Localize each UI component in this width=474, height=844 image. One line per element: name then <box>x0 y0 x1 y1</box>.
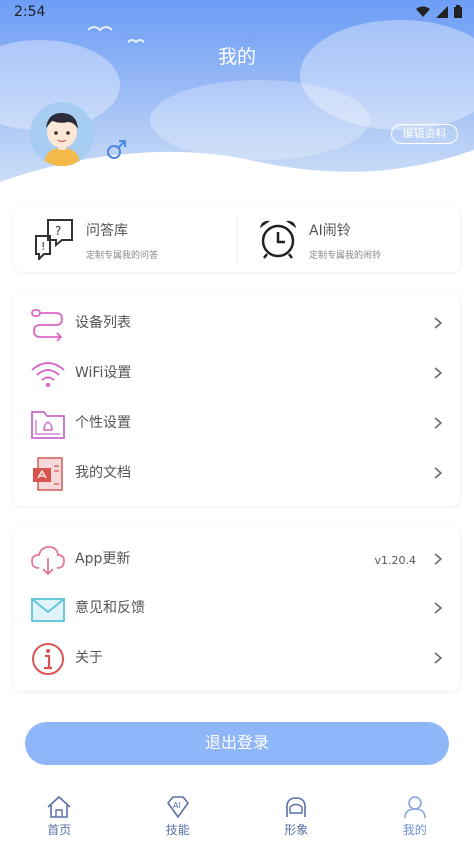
logout-button[interactable]: 退出登录 <box>25 722 449 765</box>
menu-item-label: WiFi设置 <box>75 365 132 381</box>
skill-icon: AI <box>166 796 189 819</box>
page-title: 我的 <box>217 46 256 68</box>
svg-text:?: ? <box>55 224 61 238</box>
feature-alarm-subtitle: 定制专属我的闹铃 <box>309 251 382 261</box>
tab-mine[interactable]: 我的 <box>356 792 474 844</box>
svg-text:!: ! <box>41 240 45 253</box>
menu-item-personal-settings[interactable]: 个性设置 <box>14 400 460 448</box>
bottom-tab-bar: 首页 AI 技能 形象 我的 <box>0 792 474 844</box>
info-icon <box>32 643 64 675</box>
settings-card: 设备列表 WiFi设置 个性设置 我的文档 <box>14 292 460 506</box>
menu-item-label: App更新 <box>75 551 131 567</box>
edit-profile-button[interactable]: 编辑资料 <box>391 124 458 144</box>
tab-label: 我的 <box>402 823 427 837</box>
menu-item-label: 设备列表 <box>75 315 131 331</box>
chevron-right-icon <box>434 602 443 614</box>
feature-alarm-title: AI闹铃 <box>309 223 351 239</box>
feature-card: ? ! 问答库 定制专属我的问答 AI闹铃 定制专属我的闹铃 <box>14 206 460 272</box>
tab-label: 技能 <box>165 823 190 837</box>
menu-item-label: 我的文档 <box>75 465 131 481</box>
menu-item-app-update[interactable]: App更新 v1.20.4 <box>14 536 460 584</box>
menu-item-label: 意见和反馈 <box>75 600 145 616</box>
svg-text:AI: AI <box>173 801 181 810</box>
chevron-right-icon <box>434 467 443 479</box>
feature-qa[interactable]: ? ! 问答库 定制专属我的问答 <box>14 206 237 272</box>
feature-alarm[interactable]: AI闹铃 定制专属我的闹铃 <box>237 206 460 272</box>
device-list-icon <box>31 309 63 342</box>
tab-skills[interactable]: AI 技能 <box>119 792 238 844</box>
tab-home[interactable]: 首页 <box>0 792 119 844</box>
tab-label: 形象 <box>284 823 309 837</box>
document-icon <box>33 457 63 491</box>
avatar[interactable] <box>30 102 94 166</box>
cloud-download-icon <box>31 546 65 576</box>
tab-label: 首页 <box>47 823 72 837</box>
envelope-icon <box>31 598 65 622</box>
tab-image[interactable]: 形象 <box>237 792 356 844</box>
menu-item-label: 关于 <box>75 650 103 666</box>
wifi-status-icon <box>416 6 430 17</box>
profile-header <box>0 0 474 200</box>
chevron-right-icon <box>434 317 443 329</box>
status-bar: 2:54 <box>0 0 474 26</box>
user-icon <box>403 796 426 819</box>
signal-icon <box>436 5 448 18</box>
wifi-icon <box>31 362 65 388</box>
menu-item-about[interactable]: 关于 <box>14 635 460 683</box>
about-card: App更新 v1.20.4 意见和反馈 关于 <box>14 527 460 691</box>
app-version: v1.20.4 <box>374 554 417 567</box>
avatar-boy-icon <box>30 102 94 166</box>
menu-item-my-documents[interactable]: 我的文档 <box>14 450 460 498</box>
chevron-right-icon <box>434 417 443 429</box>
menu-item-feedback[interactable]: 意见和反馈 <box>14 585 460 633</box>
qa-icon: ? ! <box>35 219 73 260</box>
status-time: 2:54 <box>14 4 46 20</box>
home-icon <box>47 795 71 818</box>
alarm-clock-icon <box>260 220 296 259</box>
personal-settings-icon <box>31 411 65 439</box>
avatar-icon <box>286 797 307 817</box>
menu-item-label: 个性设置 <box>75 415 131 431</box>
menu-item-device-list[interactable]: 设备列表 <box>14 300 460 348</box>
male-gender-icon <box>107 140 126 159</box>
menu-item-wifi-settings[interactable]: WiFi设置 <box>14 350 460 398</box>
chevron-right-icon <box>434 553 443 565</box>
header-wave <box>0 26 474 200</box>
chevron-right-icon <box>434 367 443 379</box>
chevron-right-icon <box>434 652 443 664</box>
feature-qa-title: 问答库 <box>86 223 128 239</box>
feature-qa-subtitle: 定制专属我的问答 <box>86 251 159 261</box>
battery-icon <box>454 5 462 18</box>
